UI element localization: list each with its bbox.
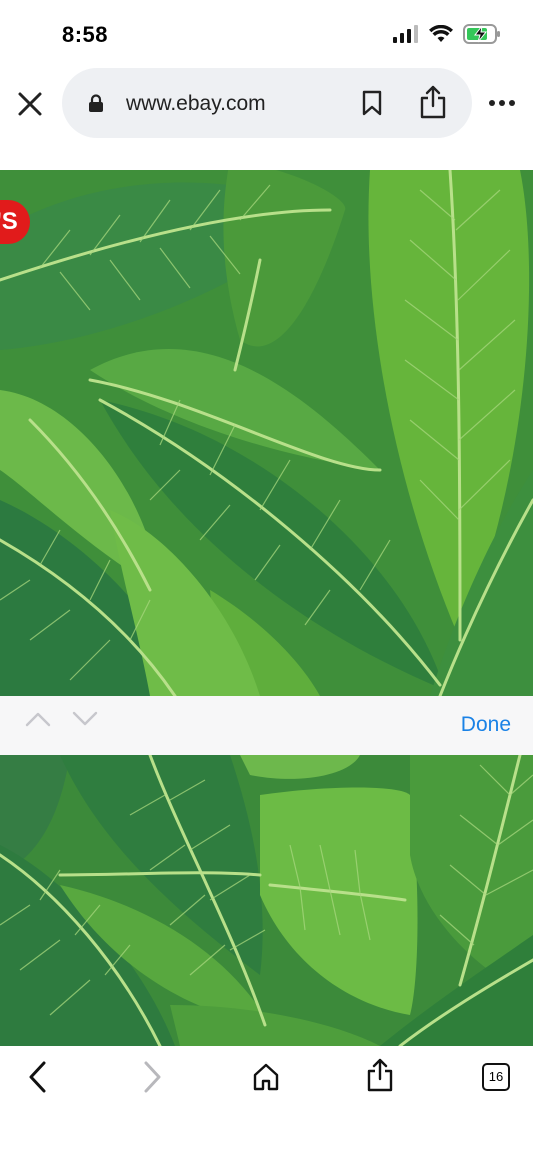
ellipsis-icon [489,100,515,106]
share-icon [367,1058,393,1092]
chevron-up-icon [25,712,51,727]
battery-charging-icon [463,24,500,44]
address-bar[interactable]: www.ebay.com [62,68,472,138]
share-button[interactable] [419,85,447,124]
status-bar: 8:58 [0,0,533,66]
product-image-secondary[interactable] [0,755,533,1046]
forward-button[interactable] [140,1060,164,1099]
mango-leaves-photo [0,170,533,696]
lock-icon [89,94,103,112]
product-image[interactable]: 'S [0,170,533,696]
find-in-page-toolbar: Done [0,696,533,755]
more-options-button[interactable] [488,94,516,112]
mango-leaves-photo-2 [0,755,533,1046]
chevron-down-icon [72,711,98,726]
clock-time: 8:58 [62,22,109,47]
wifi-icon [429,25,453,42]
close-button[interactable] [15,89,45,119]
bookmark-button[interactable] [361,90,383,121]
home-button[interactable] [252,1062,280,1097]
cellular-signal-icon [393,25,418,43]
url-text: www.ebay.com [126,92,266,115]
chevron-right-icon [144,1061,161,1093]
share-icon [420,85,446,119]
next-result-button[interactable] [71,710,99,733]
browser-top-bar: www.ebay.com [0,66,533,140]
home-icon [253,1063,279,1091]
browser-bottom-toolbar: 16 [0,1046,533,1153]
bookmark-icon [362,90,382,116]
previous-result-button[interactable] [24,710,52,733]
tabs-button[interactable]: 16 [482,1063,510,1091]
close-icon [18,92,42,116]
done-button[interactable]: Done [461,705,511,745]
share-page-button[interactable] [366,1058,394,1097]
chevron-left-icon [29,1061,46,1093]
status-icons [393,24,501,44]
back-button[interactable] [26,1060,50,1099]
